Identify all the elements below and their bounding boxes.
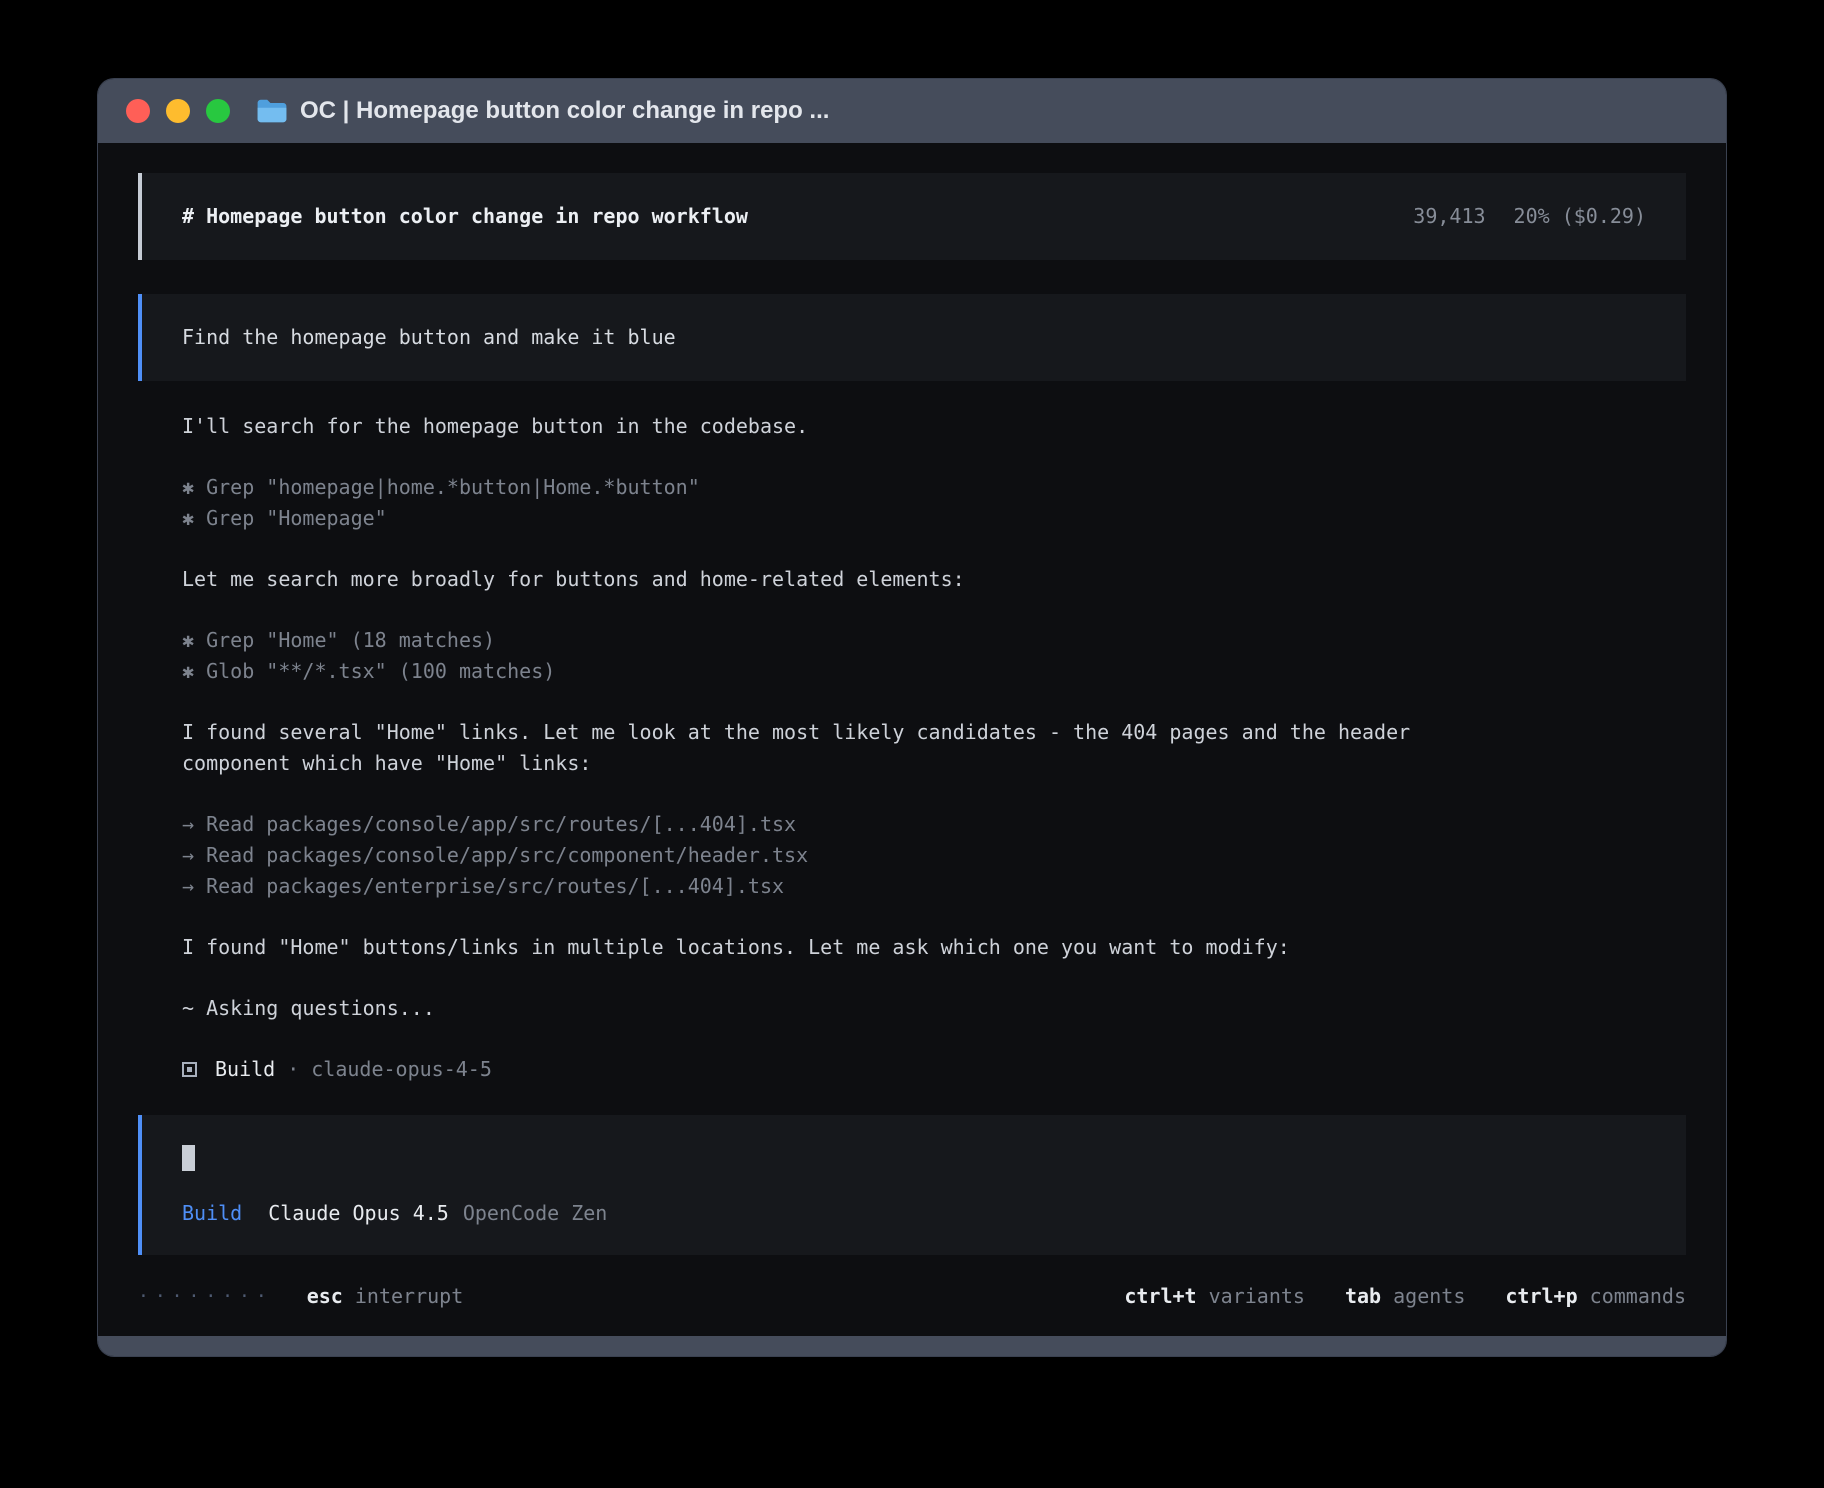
tool-call-line: ✱ Glob "**/*.tsx" (100 matches) bbox=[182, 656, 1686, 687]
tool-call-group: → Read packages/console/app/src/routes/[… bbox=[182, 809, 1686, 902]
minimize-button[interactable] bbox=[166, 99, 190, 123]
window-bottom-chrome bbox=[98, 1336, 1726, 1356]
close-button[interactable] bbox=[126, 99, 150, 123]
tool-call-line: ✱ Grep "Home" (18 matches) bbox=[182, 625, 1686, 656]
context-cost: 20% ($0.29) bbox=[1514, 204, 1646, 228]
tool-call-line: ✱ Grep "Homepage" bbox=[182, 503, 1686, 534]
assistant-text: I found "Home" buttons/links in multiple… bbox=[182, 932, 1422, 963]
commands-label: commands bbox=[1590, 1284, 1686, 1308]
token-count: 39,413 bbox=[1413, 204, 1485, 228]
agent-icon bbox=[182, 1062, 197, 1077]
session-title: # Homepage button color change in repo w… bbox=[182, 201, 748, 232]
agents-label: agents bbox=[1393, 1284, 1465, 1308]
read-file-line: → Read packages/console/app/src/componen… bbox=[182, 840, 1686, 871]
zoom-button[interactable] bbox=[206, 99, 230, 123]
terminal-content: # Homepage button color change in repo w… bbox=[98, 143, 1726, 1336]
interrupt-label: interrupt bbox=[355, 1284, 463, 1308]
statusbar-right: ctrl+t variants tab agents ctrl+p comman… bbox=[1124, 1281, 1686, 1312]
read-file-line: → Read packages/enterprise/src/routes/[.… bbox=[182, 871, 1686, 902]
esc-key-label: esc bbox=[307, 1284, 343, 1308]
variants-label: variants bbox=[1209, 1284, 1305, 1308]
agent-name: Build bbox=[215, 1054, 275, 1085]
titlebar[interactable]: OC | Homepage button color change in rep… bbox=[98, 79, 1726, 143]
mode-badge: Build bbox=[182, 1198, 242, 1229]
spinner-dots: ········ bbox=[138, 1281, 273, 1312]
user-message: Find the homepage button and make it blu… bbox=[138, 294, 1686, 381]
commands-key: ctrl+p bbox=[1505, 1284, 1577, 1308]
input-status-line: Build Claude Opus 4.5 OpenCode Zen bbox=[182, 1198, 1646, 1229]
read-file-line: → Read packages/console/app/src/routes/[… bbox=[182, 809, 1686, 840]
folder-icon bbox=[256, 98, 288, 124]
terminal-window: OC | Homepage button color change in rep… bbox=[98, 79, 1726, 1356]
agent-model: claude-opus-4-5 bbox=[311, 1054, 492, 1085]
prompt-input[interactable]: Build Claude Opus 4.5 OpenCode Zen bbox=[138, 1115, 1686, 1255]
agents-hint: tab agents bbox=[1345, 1281, 1465, 1312]
statusbar: ········ esc interrupt ctrl+t variants t… bbox=[138, 1281, 1686, 1312]
tool-call-line: ✱ Grep "homepage|home.*button|Home.*butt… bbox=[182, 472, 1686, 503]
statusbar-left: ········ esc interrupt bbox=[138, 1281, 463, 1312]
tool-call-group: ✱ Grep "homepage|home.*button|Home.*butt… bbox=[182, 472, 1686, 534]
session-header: # Homepage button color change in repo w… bbox=[138, 173, 1686, 260]
agents-key: tab bbox=[1345, 1284, 1381, 1308]
provider-name: OpenCode Zen bbox=[463, 1198, 608, 1229]
tool-call-group: ✱ Grep "Home" (18 matches) ✱ Glob "**/*.… bbox=[182, 625, 1686, 687]
model-name: Claude Opus 4.5 bbox=[268, 1198, 449, 1229]
assistant-text: I'll search for the homepage button in t… bbox=[182, 411, 1422, 442]
variants-hint: ctrl+t variants bbox=[1124, 1281, 1305, 1312]
assistant-text: Let me search more broadly for buttons a… bbox=[182, 564, 1422, 595]
agent-separator: · bbox=[287, 1054, 299, 1085]
assistant-status-text: ~ Asking questions... bbox=[182, 993, 1422, 1024]
agent-status-line: Build · claude-opus-4-5 bbox=[182, 1054, 1686, 1085]
variants-key: ctrl+t bbox=[1124, 1284, 1196, 1308]
interrupt-hint: esc interrupt bbox=[307, 1281, 464, 1312]
text-cursor bbox=[182, 1145, 195, 1171]
window-title: OC | Homepage button color change in rep… bbox=[300, 97, 829, 125]
commands-hint: ctrl+p commands bbox=[1505, 1281, 1686, 1312]
traffic-lights bbox=[126, 99, 230, 123]
session-stats: 39,413 20% ($0.29) bbox=[1413, 201, 1646, 232]
assistant-text: I found several "Home" links. Let me loo… bbox=[182, 717, 1422, 779]
user-message-text: Find the homepage button and make it blu… bbox=[182, 325, 676, 349]
